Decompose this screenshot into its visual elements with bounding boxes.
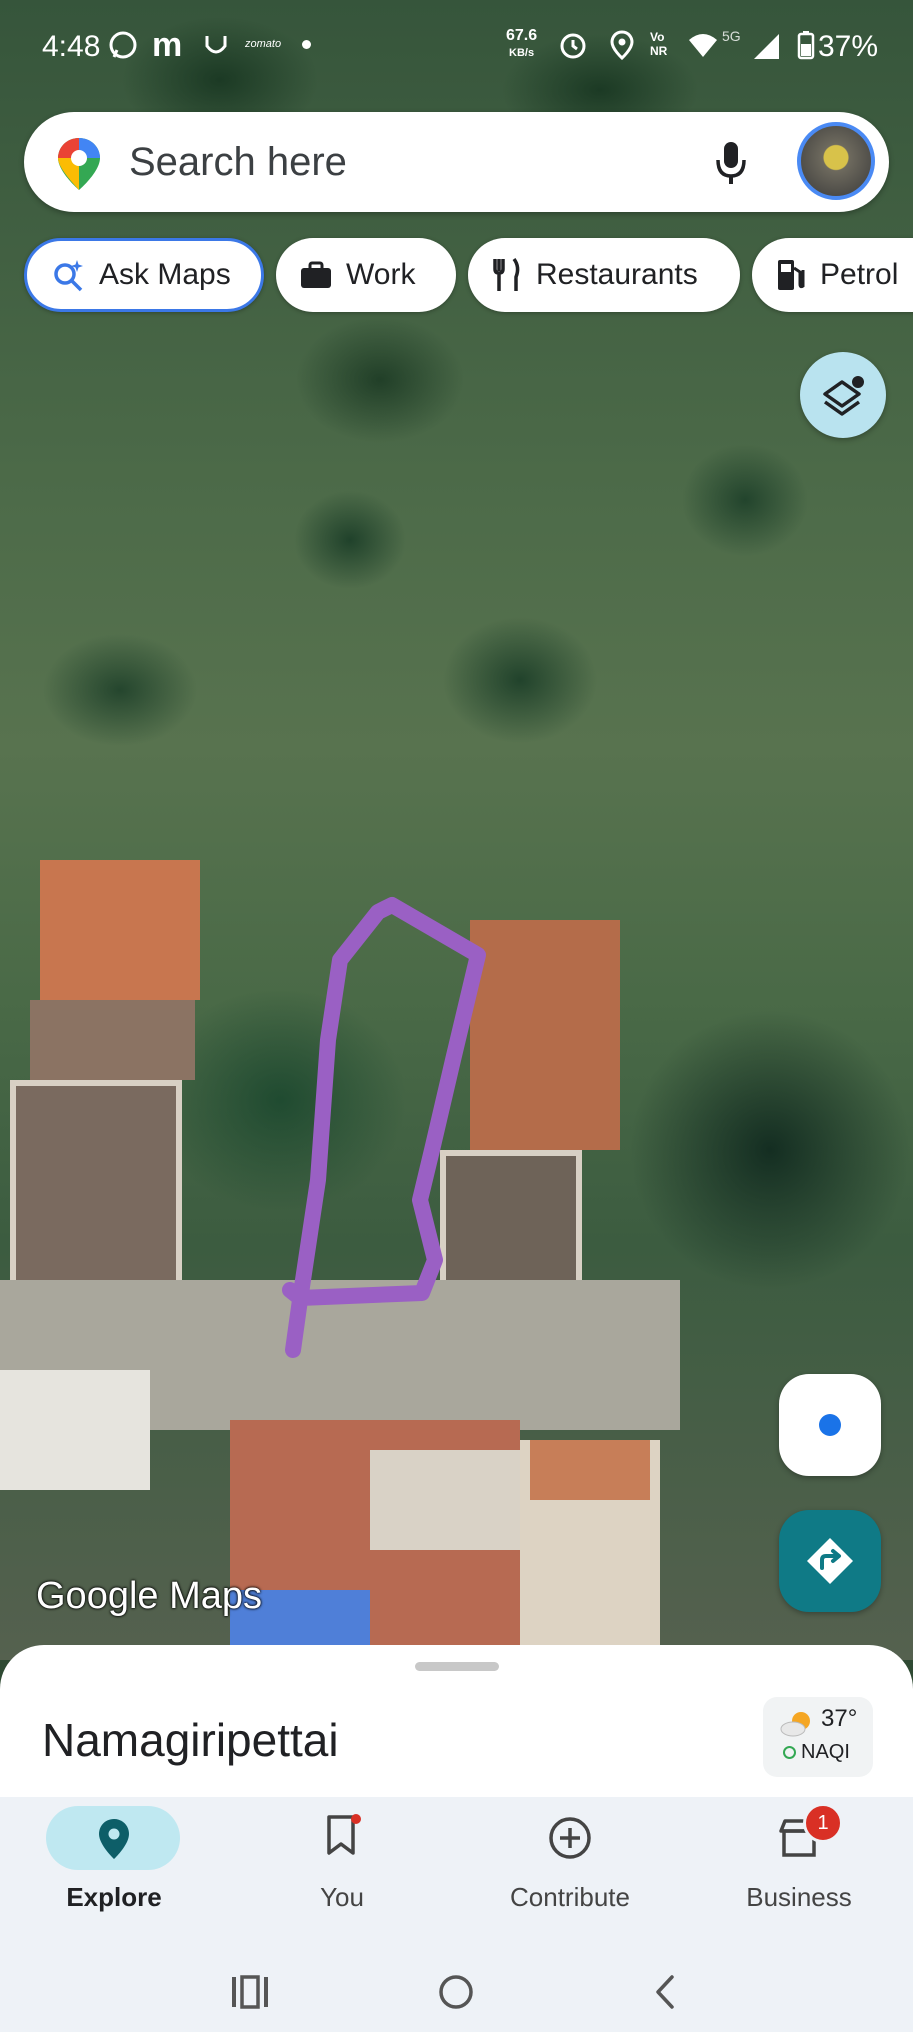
battery-percent: 37% [818,30,879,63]
system-navigation-bar [0,1952,913,2012]
nav-label: Business [746,1882,852,1912]
network-type: 5G [722,28,741,44]
my-location-button[interactable] [779,1374,881,1476]
account-avatar[interactable] [797,122,875,200]
chip-petrol[interactable]: Petrol [752,238,913,312]
google-maps-pin-icon [54,136,104,197]
nav-label: Contribute [510,1882,630,1912]
sparkle-search-icon [54,260,83,292]
layers-button[interactable] [800,352,886,438]
chip-ask-maps[interactable]: Ask Maps [24,238,264,312]
google-maps-logo: Google Maps [36,1575,263,1617]
bottom-navigation: Explore You Contribute 1 Business [0,1797,913,2032]
dot-icon [302,40,311,49]
signal-icon [752,32,780,68]
nav-contribute[interactable]: Contribute [456,1797,684,1927]
directions-button[interactable] [779,1510,881,1612]
nav-you[interactable]: You [228,1797,456,1927]
home-icon[interactable] [437,1973,475,2011]
nav-label: You [320,1882,364,1912]
volte-indicator: Vo NR [650,30,668,58]
alarm-icon [558,30,588,68]
battery-icon [797,30,815,68]
weather-aqi: NAQI [801,1741,850,1763]
briefcase-icon [301,261,331,288]
chip-label: Petrol [820,258,899,291]
chip-label: Restaurants [536,258,698,291]
whatsapp-icon [108,30,138,68]
aqi-dot-icon [783,1746,796,1759]
location-icon [610,30,634,68]
chip-work[interactable]: Work [276,238,456,312]
search-bar[interactable]: Search here [24,112,889,212]
recents-icon[interactable] [230,1975,270,2009]
my-location-icon [819,1414,841,1436]
chip-label: Work [346,258,416,291]
fork-knife-icon [493,257,520,291]
nav-business[interactable]: 1 Business [685,1797,913,1927]
back-icon[interactable] [650,1973,680,2011]
partly-sunny-icon [780,1712,810,1737]
status-bar: 4:48 m zomato 67.6 KB/s Vo NR 5G 37% [0,0,913,90]
wifi-icon [688,32,718,66]
add-circle-icon [549,1817,591,1859]
layers-icon [823,376,864,416]
notification-icon [205,32,227,66]
m-icon: m [152,26,183,64]
zomato-icon: zomato [245,38,282,50]
chip-restaurants[interactable]: Restaurants [468,238,740,312]
bookmark-icon [327,1814,361,1855]
status-time: 4:48 [42,30,101,63]
search-input[interactable]: Search here [129,140,347,185]
sheet-drag-handle[interactable] [415,1662,499,1671]
microphone-icon[interactable] [714,140,748,191]
directions-icon [807,1538,853,1584]
chip-label: Ask Maps [99,258,231,291]
fuel-icon [778,260,805,290]
nav-explore[interactable]: Explore [0,1797,228,1927]
nav-label: Explore [66,1882,162,1912]
bottom-sheet[interactable]: Namagiripettai 37° NAQI [0,1645,913,1805]
place-title: Namagiripettai [42,1714,339,1766]
pin-icon [99,1819,129,1859]
business-badge: 1 [803,1803,843,1843]
weather-temp: 37° [821,1705,858,1732]
net-speed: 67.6 KB/s [506,27,538,60]
weather-badge[interactable]: 37° NAQI [763,1697,873,1777]
